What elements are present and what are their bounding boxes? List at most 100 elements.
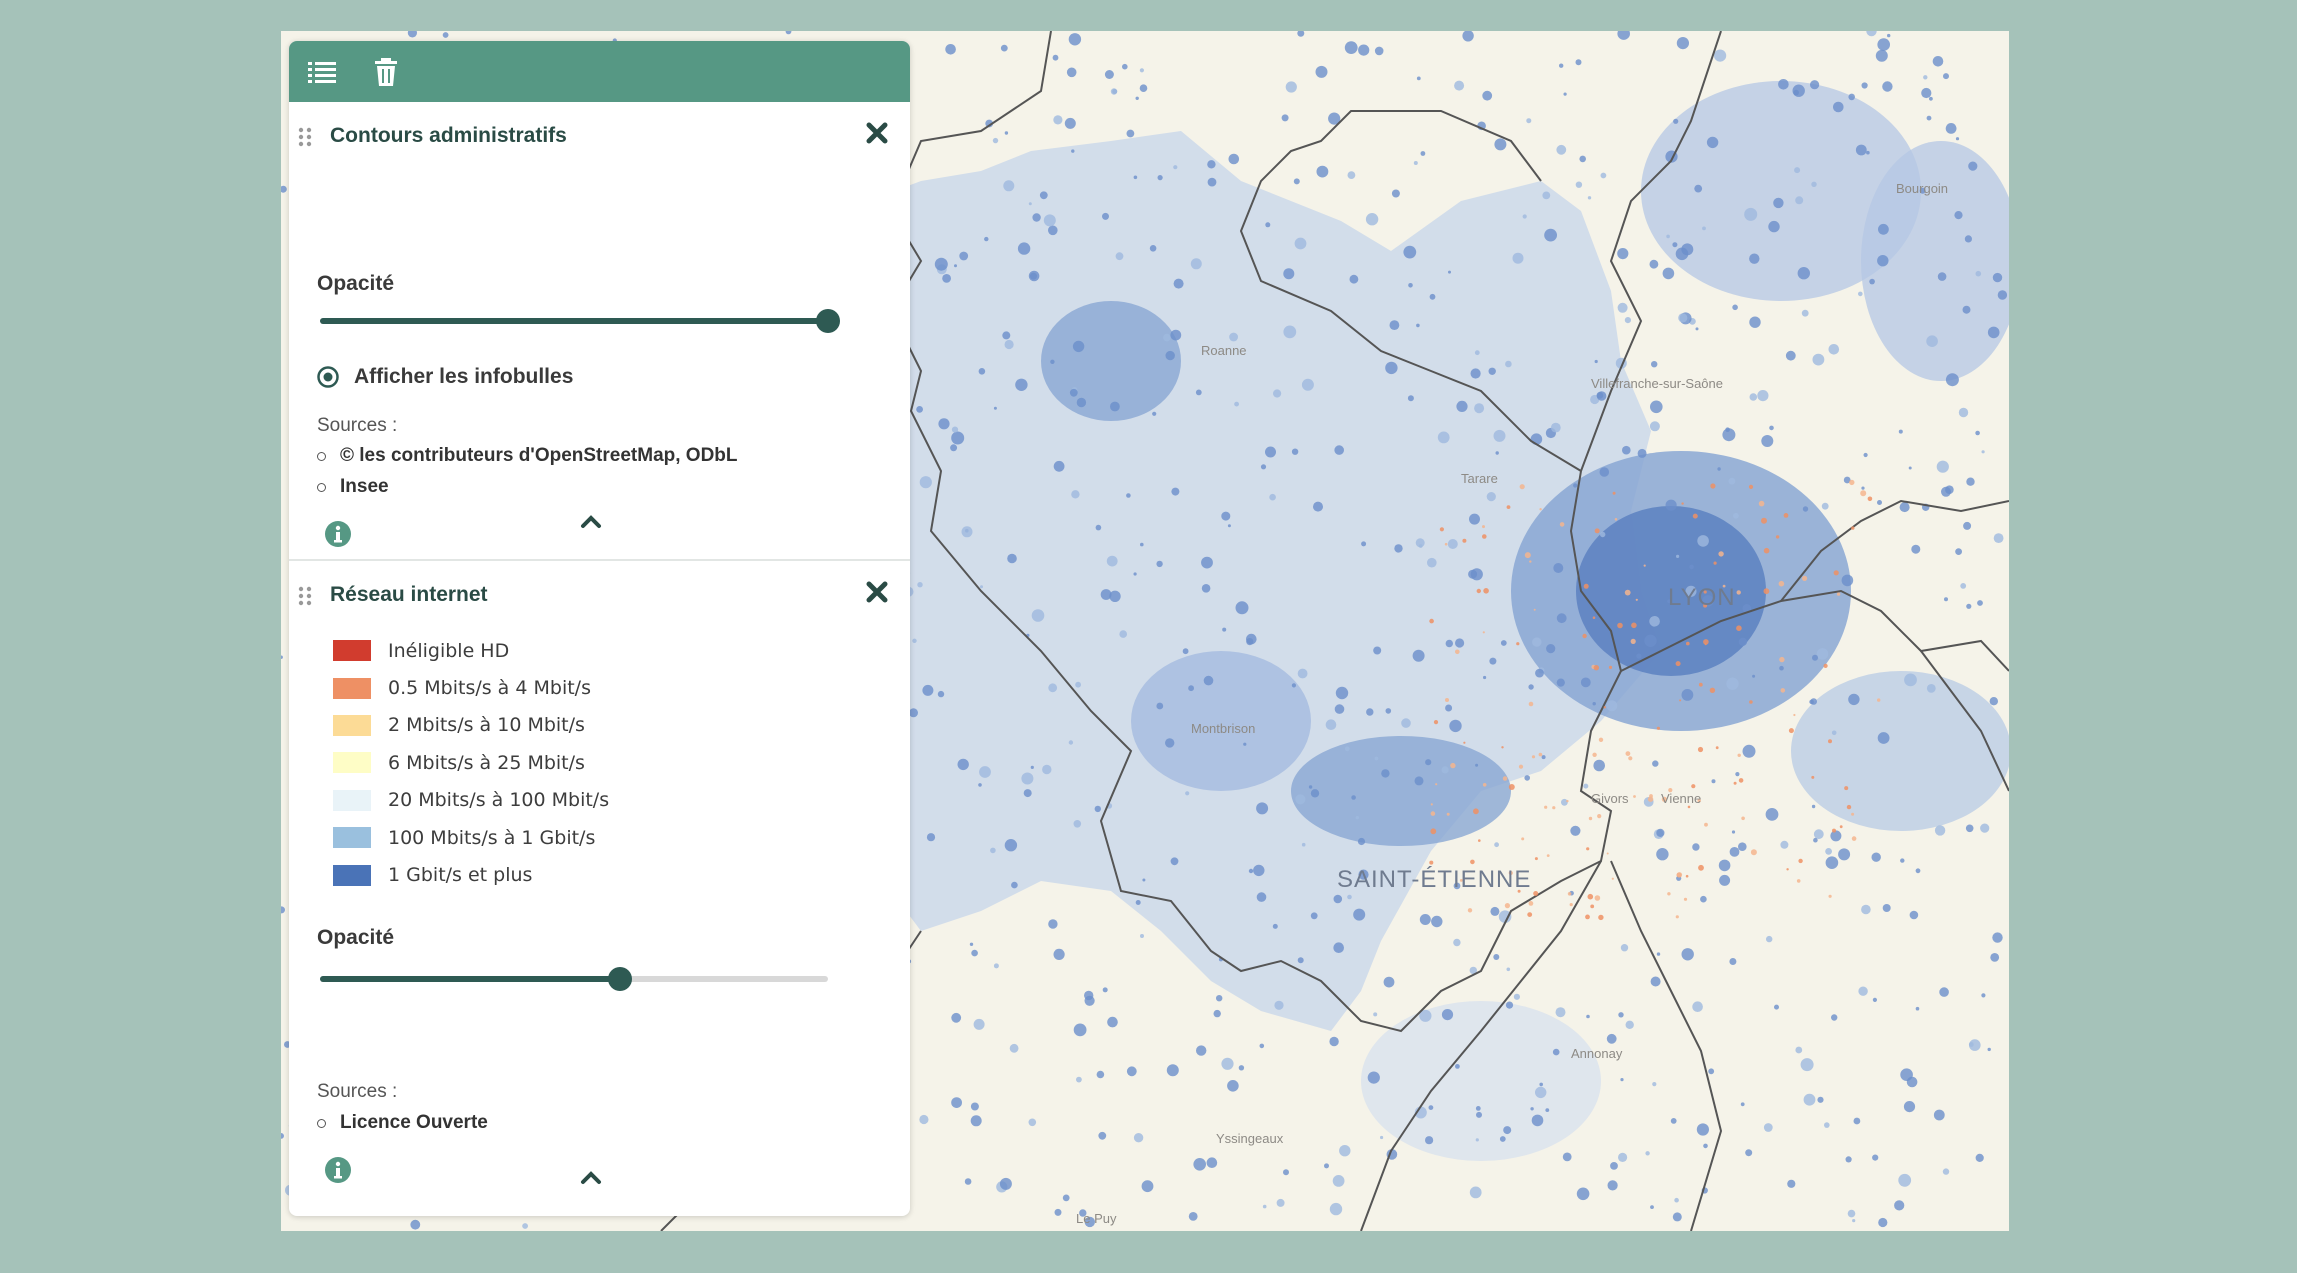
coverage-dot [1848, 693, 1860, 706]
coverage-dot [1926, 684, 1936, 693]
coverage-dot [1872, 1154, 1879, 1161]
drag-handle-icon[interactable] [298, 586, 312, 611]
coverage-dot [1053, 948, 1065, 961]
low-speed-dot [1518, 764, 1524, 769]
coverage-dot [1774, 1004, 1779, 1010]
coverage-dot [1469, 1186, 1482, 1199]
slider-knob[interactable] [607, 967, 632, 991]
coverage-dot [1374, 46, 1384, 56]
coverage-dot [1528, 684, 1534, 690]
map-label-tarare: Tarare [1461, 471, 1498, 486]
coverage-dot [1185, 791, 1190, 796]
coverage-dot [1904, 673, 1917, 687]
low-speed-dot [1635, 598, 1638, 601]
coverage-dot [1253, 864, 1265, 877]
coverage-dot [1437, 431, 1450, 444]
low-speed-dot [1433, 720, 1439, 725]
coverage-dot [1729, 847, 1740, 857]
coverage-dot [1821, 502, 1829, 510]
coverage-dot [1325, 719, 1337, 730]
coverage-dot [1532, 637, 1542, 647]
coverage-dot [1813, 837, 1818, 843]
legend-item: 1 Gbit/s et plus [333, 856, 609, 893]
low-speed-dot [1582, 633, 1587, 639]
coverage-dot [1474, 350, 1480, 356]
tooltips-option[interactable]: Afficher les infobulles [316, 365, 573, 389]
coverage-dot [1344, 746, 1350, 752]
coverage-dot [1795, 196, 1804, 205]
coverage-dot [1719, 874, 1731, 886]
coverage-dot [1506, 967, 1511, 972]
coverage-dot [1675, 247, 1689, 261]
info-icon[interactable] [324, 520, 352, 553]
coverage-dot [1975, 1153, 1984, 1162]
coverage-dot [1869, 278, 1875, 285]
coverage-dot [1173, 165, 1178, 170]
chevron-up-icon[interactable] [579, 513, 603, 534]
low-speed-dot [1508, 784, 1515, 790]
coverage-dot [1394, 544, 1403, 553]
coverage-dot [1414, 776, 1424, 786]
coverage-dot [1877, 732, 1890, 744]
coverage-dot [1656, 828, 1665, 838]
coverage-dot [1353, 908, 1366, 921]
low-speed-dot [1780, 688, 1786, 693]
coverage-dot [1980, 823, 1990, 833]
coverage-dot [1068, 33, 1082, 46]
coverage-dot [1644, 634, 1657, 647]
legend-swatch [333, 640, 371, 662]
opacity-slider[interactable] [320, 309, 840, 333]
coverage-dot [1238, 1065, 1245, 1071]
coverage-dot [1126, 129, 1135, 138]
low-speed-dot [1656, 726, 1660, 730]
coverage-dot [1740, 1102, 1745, 1107]
coverage-dot [1620, 944, 1629, 952]
coverage-dot [1672, 1212, 1682, 1222]
coverage-dot [970, 1102, 979, 1111]
close-icon[interactable] [866, 122, 888, 149]
low-speed-dot [1844, 786, 1849, 791]
chevron-up-icon[interactable] [579, 1169, 603, 1190]
low-speed-dot [1851, 836, 1857, 841]
coverage-dot [1053, 460, 1065, 472]
coverage-dot [971, 949, 978, 957]
coverage-dot [1923, 75, 1928, 80]
coverage-dot [1332, 1175, 1345, 1187]
coverage-dot [1745, 1149, 1753, 1157]
info-icon[interactable] [324, 1156, 352, 1189]
low-speed-dot [1606, 852, 1609, 855]
map-label-givors: Givors [1591, 791, 1629, 806]
low-speed-dot [1531, 755, 1536, 759]
low-speed-dot [1736, 625, 1742, 631]
coverage-dot [1858, 291, 1863, 297]
map-label-lyon: LYON [1668, 584, 1736, 611]
low-speed-dot [1594, 528, 1600, 534]
slider-knob[interactable] [816, 309, 840, 333]
low-speed-dot [1823, 663, 1828, 669]
coverage-dot [1052, 54, 1059, 61]
list-icon[interactable] [305, 55, 339, 89]
coverage-dot [522, 1223, 528, 1229]
low-speed-dot [1528, 701, 1534, 707]
coverage-dot [1966, 603, 1972, 609]
trash-icon[interactable] [369, 55, 403, 89]
coverage-dot [1768, 220, 1780, 233]
close-icon[interactable] [866, 581, 888, 608]
coverage-dot [1373, 646, 1382, 655]
coverage-dot [1274, 1000, 1284, 1010]
coverage-dot [1765, 808, 1779, 821]
coverage-dot [1738, 637, 1748, 646]
coverage-dot [1855, 144, 1867, 156]
radio-icon[interactable] [316, 365, 340, 389]
coverage-dot [1071, 490, 1080, 499]
coverage-dot [1420, 151, 1426, 156]
drag-handle-icon[interactable] [298, 127, 312, 152]
coverage-dot [1349, 274, 1359, 284]
coverage-dot [1115, 252, 1124, 261]
coverage-dot [1766, 935, 1773, 943]
coverage-dot [1170, 857, 1179, 866]
low-speed-dot [1533, 891, 1539, 896]
coverage-dot [1380, 1135, 1384, 1140]
coverage-dot [1795, 1046, 1803, 1054]
opacity-slider[interactable] [320, 967, 828, 991]
